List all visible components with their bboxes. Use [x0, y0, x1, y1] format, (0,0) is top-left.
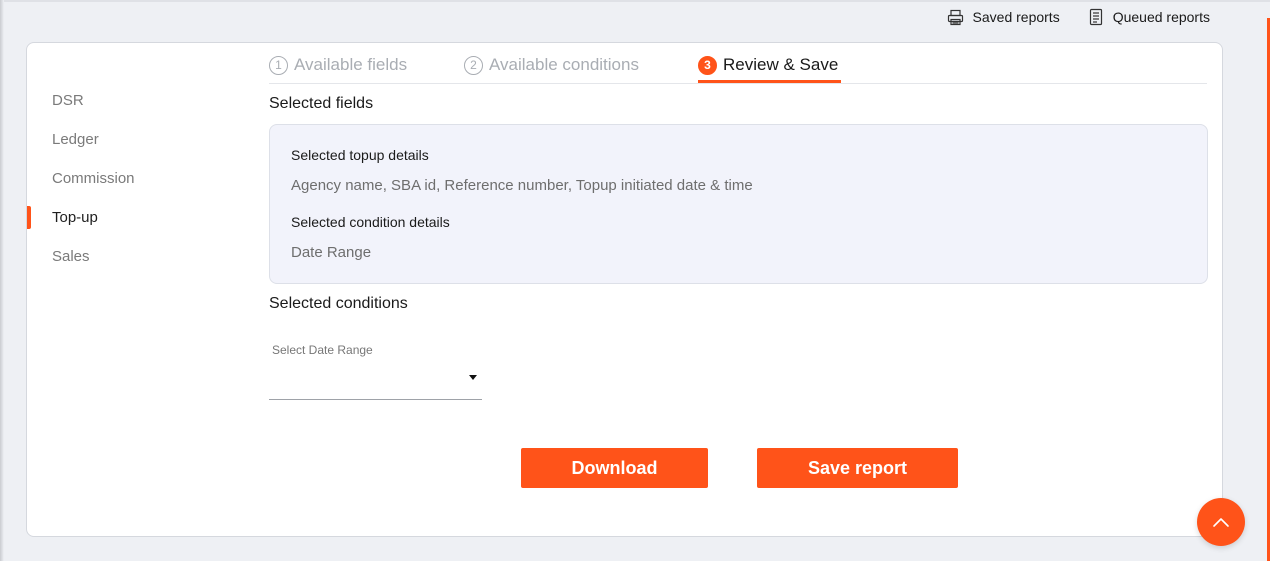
- document-list-icon: [1089, 8, 1102, 26]
- top-actions: Saved reports Queued reports: [947, 8, 1210, 26]
- selected-fields-title: Selected fields: [269, 95, 374, 112]
- nav-item-dsr[interactable]: DSR: [27, 81, 227, 120]
- active-step-indicator: [698, 80, 841, 83]
- report-builder-card: DSR Ledger Commission Top-up Sales 1 Ava…: [26, 42, 1223, 537]
- date-range-select[interactable]: Select Date Range: [269, 341, 482, 400]
- step-label: Available fields: [294, 55, 408, 74]
- topup-details-heading: Selected topup details: [291, 147, 429, 163]
- saved-reports-label: Saved reports: [972, 9, 1060, 25]
- caret-down-icon: [469, 375, 477, 380]
- step-number: 3: [698, 55, 717, 75]
- top-border: [0, 0, 1270, 2]
- queued-reports-link[interactable]: Queued reports: [1088, 8, 1210, 26]
- chevron-up-icon: [1213, 518, 1229, 527]
- selection-summary-panel: Selected topup details Agency name, SBA …: [269, 124, 1208, 284]
- step-available-conditions[interactable]: 2 Available conditions: [464, 55, 639, 75]
- condition-details-values: Date Range: [291, 244, 372, 261]
- step-available-fields[interactable]: 1 Available fields: [269, 55, 407, 75]
- saved-reports-link[interactable]: Saved reports: [947, 9, 1060, 26]
- nav-item-sales[interactable]: Sales: [27, 237, 227, 276]
- step-label: Review & Save: [723, 55, 839, 74]
- step-number: 1: [269, 55, 288, 75]
- step-review-save[interactable]: 3 Review & Save: [698, 55, 838, 75]
- printer-icon: [947, 9, 963, 25]
- condition-details-heading: Selected condition details: [291, 214, 450, 230]
- nav-item-top-up[interactable]: Top-up: [27, 198, 227, 237]
- step-label: Available conditions: [489, 55, 639, 74]
- report-type-nav: DSR Ledger Commission Top-up Sales: [27, 81, 227, 276]
- left-edge: [0, 0, 4, 561]
- step-number: 2: [464, 55, 483, 75]
- nav-item-commission[interactable]: Commission: [27, 159, 227, 198]
- nav-item-ledger[interactable]: Ledger: [27, 120, 227, 159]
- topup-details-values: Agency name, SBA id, Reference number, T…: [291, 177, 753, 194]
- queued-reports-label: Queued reports: [1112, 9, 1210, 25]
- save-report-button[interactable]: Save report: [757, 448, 958, 488]
- selected-conditions-title: Selected conditions: [269, 295, 408, 312]
- date-range-label: Select Date Range: [272, 343, 373, 357]
- download-button[interactable]: Download: [521, 448, 708, 488]
- stepper: 1 Available fields 2 Available condition…: [269, 43, 1207, 84]
- scroll-to-top-button[interactable]: [1197, 498, 1245, 546]
